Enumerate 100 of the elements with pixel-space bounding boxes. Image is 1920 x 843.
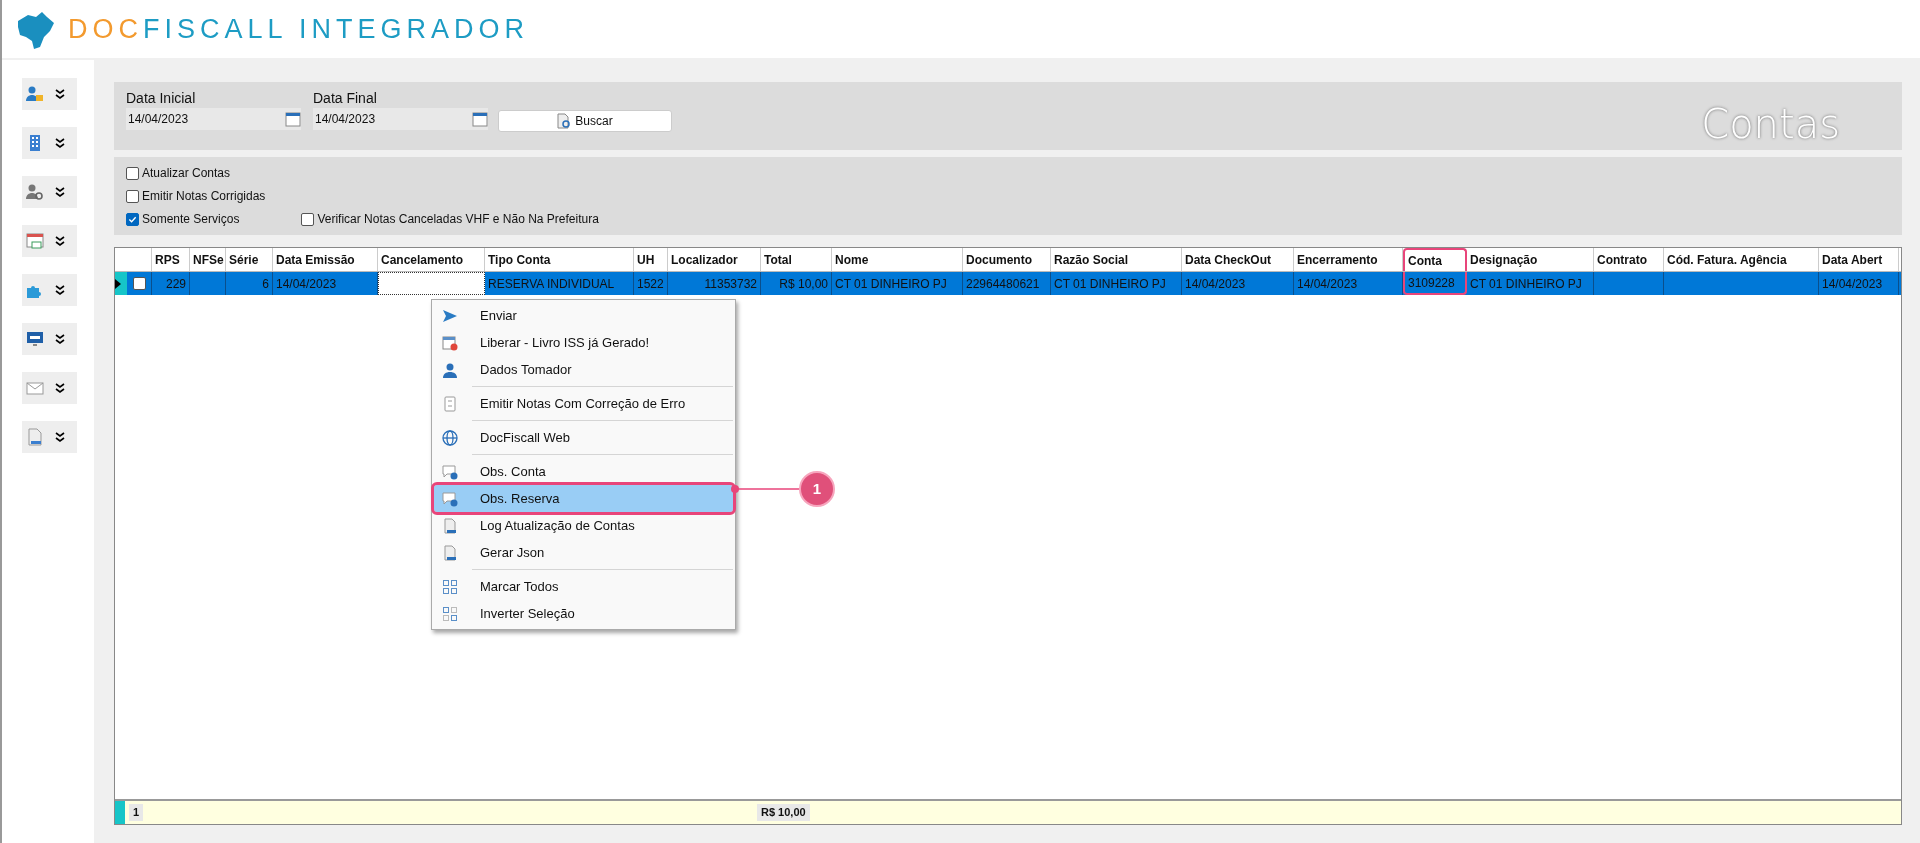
column-header[interactable]: Localizador <box>668 248 761 271</box>
column-header[interactable]: UH <box>634 248 668 271</box>
sidebar-item[interactable] <box>22 323 77 355</box>
column-header[interactable]: Documento <box>963 248 1051 271</box>
column-header[interactable]: Tipo Conta <box>485 248 634 271</box>
invert-icon <box>442 605 458 622</box>
file-icon <box>442 544 458 561</box>
document-icon <box>442 395 458 412</box>
checkmark-icon <box>128 214 137 224</box>
column-header[interactable]: Série <box>226 248 273 271</box>
column-header[interactable]: Nome <box>832 248 963 271</box>
calendar-icon[interactable] <box>285 111 301 127</box>
column-header[interactable]: Encerramento <box>1294 248 1403 271</box>
double-chevron-icon <box>55 89 65 99</box>
column-header[interactable]: Data Abert <box>1819 248 1899 271</box>
double-chevron-icon <box>55 187 65 197</box>
column-header[interactable]: Cód. Fatura. Agência <box>1664 248 1819 271</box>
menu-item[interactable]: Liberar - Livro ISS já Gerado! <box>434 329 733 356</box>
double-chevron-icon <box>55 285 65 295</box>
user-gear-icon <box>25 182 45 202</box>
row-indicator <box>115 801 125 824</box>
person-icon <box>442 361 458 378</box>
table-cell: 229 <box>152 272 190 295</box>
column-header[interactable]: NFSe <box>190 248 226 271</box>
menu-item[interactable]: Gerar Json <box>434 539 733 566</box>
checkbox[interactable] <box>301 212 315 226</box>
sidebar-item[interactable] <box>22 176 77 208</box>
table-cell: CT 01 DINHEIRO PJ <box>1051 272 1182 295</box>
menu-item[interactable]: Log Atualização de Contas <box>434 512 733 539</box>
column-header[interactable]: RPS <box>152 248 190 271</box>
file-icon <box>442 517 458 534</box>
sidebar-item[interactable] <box>22 372 77 404</box>
monitor-icon <box>25 329 45 349</box>
menu-item[interactable]: Inverter Seleção <box>434 600 733 627</box>
checkbox-label: Emitir Notas Corrigidas <box>142 188 266 205</box>
table-cell: CT 01 DINHEIRO PJ <box>1467 272 1594 295</box>
app-logo: DOC FISCALL INTEGRADOR <box>68 12 530 46</box>
file-icon <box>25 427 45 447</box>
checkbox[interactable] <box>126 212 139 226</box>
table-cell: 14/04/2023 <box>1294 272 1403 295</box>
double-chevron-icon <box>55 236 65 246</box>
sidebar-item[interactable] <box>22 274 77 306</box>
table-cell: 22964480621 <box>963 272 1051 295</box>
comment-icon <box>442 463 458 480</box>
calendar-icon[interactable] <box>472 111 488 127</box>
globe-icon <box>442 429 458 446</box>
sidebar-item[interactable] <box>22 225 77 257</box>
checkbox-label: Atualizar Contas <box>142 165 231 182</box>
callout-number: 1 <box>799 471 835 507</box>
double-chevron-icon <box>55 334 65 344</box>
table-cell: 3109228 <box>1403 272 1467 295</box>
checkbox-label: Verificar Notas Canceladas VHF e Não Na Prefeitura <box>317 211 599 228</box>
row-count: 1 <box>129 804 144 821</box>
menu-item[interactable]: Dados Tomador <box>434 356 733 383</box>
table-cell: 14/04/2023 <box>1182 272 1294 295</box>
table-cell: 6 <box>226 272 273 295</box>
date-field[interactable]: 14/04/2023 <box>313 108 488 130</box>
field-label: Data Final <box>313 89 378 108</box>
window-icon <box>25 231 45 251</box>
column-header[interactable]: Data CheckOut <box>1182 248 1294 271</box>
menu-item[interactable]: Marcar Todos <box>434 573 733 600</box>
field-label: Data Inicial <box>126 89 197 108</box>
leader-line <box>731 485 799 493</box>
column-header[interactable]: Designação <box>1467 248 1594 271</box>
checkbox[interactable] <box>132 277 146 290</box>
users-icon <box>25 84 45 104</box>
menu-item[interactable]: Obs. Conta <box>434 458 733 485</box>
total-sum: R$ 10,00 <box>757 804 810 821</box>
table-cell: 14/04/2023 <box>1819 272 1899 295</box>
comment-icon <box>442 490 458 507</box>
sidebar-item[interactable] <box>22 127 77 159</box>
table-cell: RESERVA INDIVIDUAL <box>485 272 634 295</box>
search-button[interactable]: Buscar <box>498 110 672 132</box>
double-chevron-icon <box>55 383 65 393</box>
menu-item[interactable]: Obs. Reserva <box>434 485 733 512</box>
double-chevron-icon <box>55 432 65 442</box>
menu-item[interactable]: Enviar <box>434 302 733 329</box>
column-header[interactable]: Cancelamento <box>378 248 485 271</box>
table-cell: R$ 10,00 <box>761 272 832 295</box>
menu-item[interactable]: DocFiscall Web <box>434 424 733 451</box>
sidebar-item[interactable] <box>22 78 77 110</box>
date-field[interactable]: 14/04/2023 <box>126 108 301 130</box>
table-cell: 11353732 <box>668 272 761 295</box>
calendar-x-icon <box>442 334 458 351</box>
table-cell: CT 01 DINHEIRO PJ <box>832 272 963 295</box>
checkbox-label: Somente Serviços <box>142 211 240 228</box>
checkbox[interactable] <box>126 166 139 180</box>
column-header[interactable]: Contrato <box>1594 248 1664 271</box>
table-row[interactable]: 229 6 14/04/2023 RESERVA INDIVIDUAL 1522 11353732 R$ 10,00 CT 01 DINHEIRO PJ 22964480621 CT 01 DINHEIRO PJ 14/04/2023 14/04/2023 3109228 CT 01 DINHEIRO PJ 14/04/2023 <box>115 272 1901 295</box>
double-chevron-icon <box>55 138 65 148</box>
grid-icon <box>442 578 458 595</box>
table-cell: 1522 <box>634 272 668 295</box>
menu-item[interactable]: Emitir Notas Com Correção de Erro <box>434 390 733 417</box>
column-header[interactable]: Total <box>761 248 832 271</box>
checkbox[interactable] <box>126 189 139 203</box>
sidebar-item[interactable] <box>22 421 77 453</box>
column-header[interactable]: Razão Social <box>1051 248 1182 271</box>
column-header[interactable]: Data Emissão <box>273 248 378 271</box>
send-icon <box>442 307 458 324</box>
row-pointer-icon <box>115 278 121 289</box>
